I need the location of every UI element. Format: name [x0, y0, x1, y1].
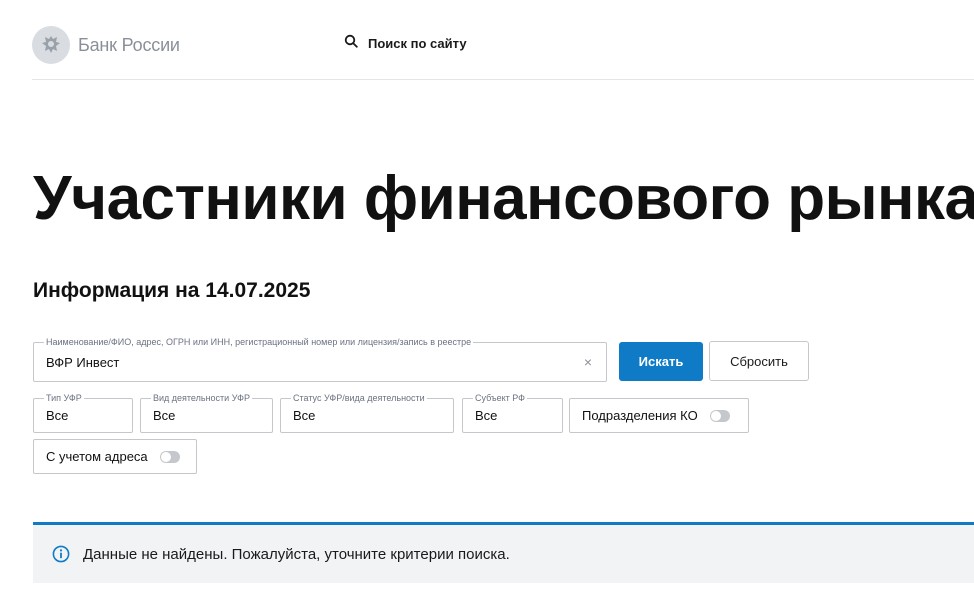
subdivisions-toggle-label: Подразделения КО — [582, 408, 698, 423]
bank-logo[interactable]: Банк России — [32, 26, 180, 64]
filter-activity-legend: Вид деятельности УФР — [151, 392, 252, 404]
search-input-value: ВФР Инвест — [46, 355, 120, 370]
clear-search-icon[interactable]: × — [584, 354, 592, 370]
brand-name: Банк России — [78, 34, 180, 55]
site-search-button[interactable]: Поиск по сайту — [344, 34, 467, 53]
filter-region-legend: Субъект РФ — [473, 392, 527, 404]
filter-activity-value: Все — [153, 408, 176, 423]
site-search-label: Поиск по сайту — [368, 36, 467, 51]
filter-type-select[interactable]: Тип УФР Все — [33, 392, 133, 433]
filter-status-value: Все — [293, 408, 316, 423]
filter-region-select[interactable]: Субъект РФ Все — [462, 392, 563, 433]
search-input[interactable]: Наименование/ФИО, адрес, ОГРН или ИНН, р… — [33, 336, 607, 382]
search-icon — [344, 34, 358, 53]
reset-button[interactable]: Сбросить — [709, 341, 809, 381]
filter-type-value: Все — [46, 408, 69, 423]
with-address-toggle[interactable]: С учетом адреса — [33, 439, 197, 474]
subdivisions-toggle[interactable]: Подразделения КО — [569, 398, 749, 433]
filter-activity-select[interactable]: Вид деятельности УФР Все — [140, 392, 273, 433]
search-button[interactable]: Искать — [619, 342, 703, 381]
alert-message: Данные не найдены. Пожалуйста, уточните … — [83, 545, 510, 563]
info-icon — [51, 544, 71, 564]
search-input-legend: Наименование/ФИО, адрес, ОГРН или ИНН, р… — [44, 336, 474, 348]
info-date-heading: Информация на 14.07.2025 — [33, 279, 311, 302]
no-results-alert: Данные не найдены. Пожалуйста, уточните … — [33, 522, 974, 583]
eagle-emblem-icon — [32, 26, 70, 64]
toggle-switch-icon — [159, 450, 180, 463]
with-address-toggle-label: С учетом адреса — [46, 449, 148, 464]
site-header: Банк России Поиск по сайту — [32, 22, 974, 80]
filter-status-select[interactable]: Статус УФР/вида деятельности Все — [280, 392, 454, 433]
page-title: Участники финансового рынка — [33, 164, 974, 233]
toggle-switch-icon — [709, 409, 730, 422]
filter-type-legend: Тип УФР — [44, 392, 84, 404]
filter-status-legend: Статус УФР/вида деятельности — [291, 392, 427, 404]
filter-region-value: Все — [475, 408, 498, 423]
